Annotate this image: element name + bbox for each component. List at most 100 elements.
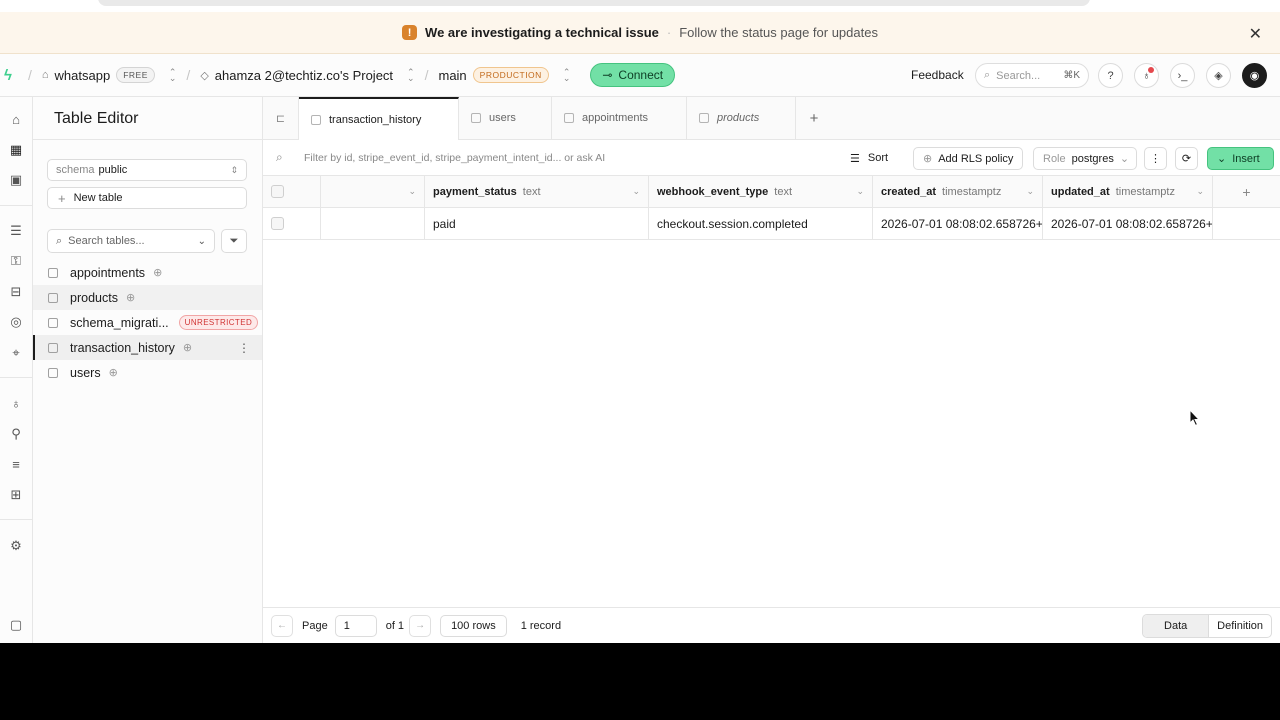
filter-input[interactable]: Filter by id, stripe_event_id, stripe_pa… — [304, 152, 605, 164]
data-view-button[interactable]: Data — [1143, 615, 1210, 637]
notification-dot — [1148, 67, 1154, 73]
table-row[interactable]: paid checkout.session.completed 2026-07-… — [263, 208, 1280, 240]
tab-label: users — [489, 112, 516, 124]
auth-lock-icon[interactable]: ⚿ — [3, 250, 29, 272]
connect-label: Connect — [618, 68, 664, 82]
column-header[interactable]: created_at timestamptz ⌄ — [873, 176, 1043, 207]
database-icon[interactable]: ☰ — [3, 220, 29, 242]
filter-icon[interactable]: ⏷ — [221, 229, 247, 253]
column-header[interactable]: payment_status text ⌄ — [425, 176, 649, 207]
toggle-sidebar-icon[interactable]: ⊏ — [263, 97, 299, 139]
breadcrumb-separator: / — [28, 67, 32, 83]
row-checkbox[interactable] — [271, 217, 284, 230]
chevron-down-icon[interactable]: ⌄ — [408, 186, 416, 197]
chevron-down-icon[interactable]: ⌄ — [632, 186, 640, 197]
feedback-button[interactable]: Feedback — [911, 68, 964, 82]
sort-button[interactable]: ☰ Sort — [850, 147, 888, 169]
table-cell[interactable] — [321, 208, 425, 239]
banner-status-link[interactable]: Follow the status page for updates — [679, 25, 878, 40]
add-rls-policy-button[interactable]: ⊕ Add RLS policy — [913, 147, 1024, 170]
main-panel: ⊏ transaction_history users appointments… — [263, 97, 1280, 643]
rail-divider — [0, 519, 33, 520]
table-item-schema-migrations[interactable]: schema_migrati... UNRESTRICTED — [33, 310, 262, 335]
definition-view-button[interactable]: Definition — [1209, 615, 1271, 637]
chevron-down-icon[interactable]: ⌄ — [1196, 186, 1204, 197]
column-header[interactable]: webhook_event_type text ⌄ — [649, 176, 873, 207]
add-tab-icon[interactable]: + — [796, 97, 832, 139]
select-all-checkbox[interactable] — [271, 185, 284, 198]
plan-badge: FREE — [116, 67, 155, 83]
table-cell[interactable]: paid — [425, 208, 649, 239]
search-icon: ⌕ — [276, 150, 283, 164]
table-icon — [564, 113, 574, 123]
banner-title: We are investigating a technical issue — [425, 25, 659, 40]
storage-icon[interactable]: ⊟ — [3, 281, 29, 303]
tab-users[interactable]: users — [459, 97, 552, 139]
table-icon — [48, 342, 58, 353]
more-vertical-icon[interactable]: ⋮ — [1144, 147, 1167, 170]
close-icon[interactable]: ✕ — [1249, 24, 1262, 44]
collapse-sidebar-icon[interactable]: ▢ — [3, 614, 29, 636]
table-editor-icon[interactable]: ▦ — [3, 139, 29, 161]
prev-page-icon[interactable]: ← — [271, 614, 293, 637]
chevron-down-icon[interactable]: ⌄ — [1026, 186, 1034, 197]
supabase-logo-icon[interactable]: ϟ — [4, 67, 18, 84]
assistant-icon[interactable]: ◈ — [1206, 63, 1231, 88]
table-cell[interactable]: 2026-07-01 08:08:02.658726+00 — [1043, 208, 1213, 239]
schema-selector[interactable]: schema public ⇕ — [47, 159, 247, 181]
rows-per-page-button[interactable]: 100 rows — [440, 614, 507, 637]
integrations-icon[interactable]: ⊞ — [3, 484, 29, 506]
lightbulb-icon[interactable]: ♁ — [1134, 63, 1159, 88]
search-placeholder: Search... — [996, 69, 1041, 82]
table-cell[interactable]: checkout.session.completed — [649, 208, 873, 239]
rail-divider — [0, 377, 33, 378]
home-icon[interactable]: ⌂ — [3, 108, 29, 130]
edge-functions-icon[interactable]: ⌖ — [3, 342, 29, 364]
tab-transaction-history[interactable]: transaction_history — [299, 97, 459, 140]
project-selector[interactable]: ◇ ahamza 2@techtiz.co's Project ⌃ ⌄ — [200, 68, 414, 83]
more-vertical-icon[interactable]: ⋮ — [238, 341, 250, 355]
add-column-icon[interactable]: + — [1213, 176, 1280, 207]
table-item-appointments[interactable]: appointments ⊕ — [33, 260, 262, 285]
banner-separator: · — [666, 25, 672, 40]
chevron-down-icon[interactable]: ⌄ — [198, 236, 206, 247]
chevron-down-icon: ⌄ — [1119, 153, 1130, 165]
next-page-icon[interactable]: → — [409, 614, 432, 637]
table-cell[interactable]: 2026-07-01 08:08:02.658726+00 — [873, 208, 1043, 239]
column-name: payment_status — [433, 185, 517, 198]
page-input[interactable]: 1 — [334, 614, 377, 637]
record-count: 1 record — [520, 619, 562, 632]
chevron-updown-icon[interactable]: ⌃ ⌄ — [407, 68, 415, 83]
tab-appointments[interactable]: appointments — [552, 97, 687, 139]
search-tables-input[interactable]: ⌕ Search tables... ⌄ — [47, 229, 215, 253]
chevron-updown-icon[interactable]: ⌃ ⌄ — [563, 68, 571, 83]
realtime-icon[interactable]: ◎ — [3, 311, 29, 333]
help-icon[interactable]: ? — [1098, 63, 1123, 88]
column-header[interactable]: updated_at timestamptz ⌄ — [1043, 176, 1213, 207]
avatar[interactable]: ◉ — [1242, 63, 1267, 88]
tab-label: products — [717, 112, 760, 124]
table-item-users[interactable]: users ⊕ — [33, 360, 262, 385]
org-selector[interactable]: ⌂ whatsapp FREE ⌃ ⌄ — [42, 67, 177, 83]
column-type: timestamptz — [942, 185, 1002, 198]
settings-icon[interactable]: ⚙ — [3, 535, 29, 557]
refresh-icon[interactable]: ⟳ — [1175, 147, 1198, 170]
role-selector[interactable]: Role postgres ⌄ — [1033, 147, 1137, 170]
advisors-icon[interactable]: ♁ — [3, 392, 29, 414]
table-item-products[interactable]: products ⊕ — [33, 285, 262, 310]
chevron-updown-icon[interactable]: ⌃ ⌄ — [169, 68, 177, 83]
tab-products[interactable]: products — [687, 97, 796, 139]
new-table-button[interactable]: + New table — [47, 187, 247, 209]
chevron-down-icon[interactable]: ⌄ — [856, 186, 864, 197]
table-item-transaction-history[interactable]: transaction_history ⊕ ⋮ — [33, 335, 262, 360]
logs-icon[interactable]: ≡ — [3, 453, 29, 475]
terminal-icon[interactable]: ›_ — [1170, 63, 1195, 88]
connect-button[interactable]: ⊸ Connect — [590, 63, 676, 87]
app-window: ! We are investigating a technical issue… — [0, 0, 1280, 643]
sql-editor-icon[interactable]: ▣ — [3, 169, 29, 191]
global-search-input[interactable]: ⌕ Search... ⌘K — [975, 63, 1089, 88]
column-header[interactable]: ⌄ — [321, 176, 425, 207]
reports-icon[interactable]: ⚲ — [3, 423, 29, 445]
branch-selector[interactable]: main PRODUCTION ⌃ ⌄ — [438, 67, 570, 83]
insert-button[interactable]: ⌄ Insert — [1207, 147, 1274, 170]
